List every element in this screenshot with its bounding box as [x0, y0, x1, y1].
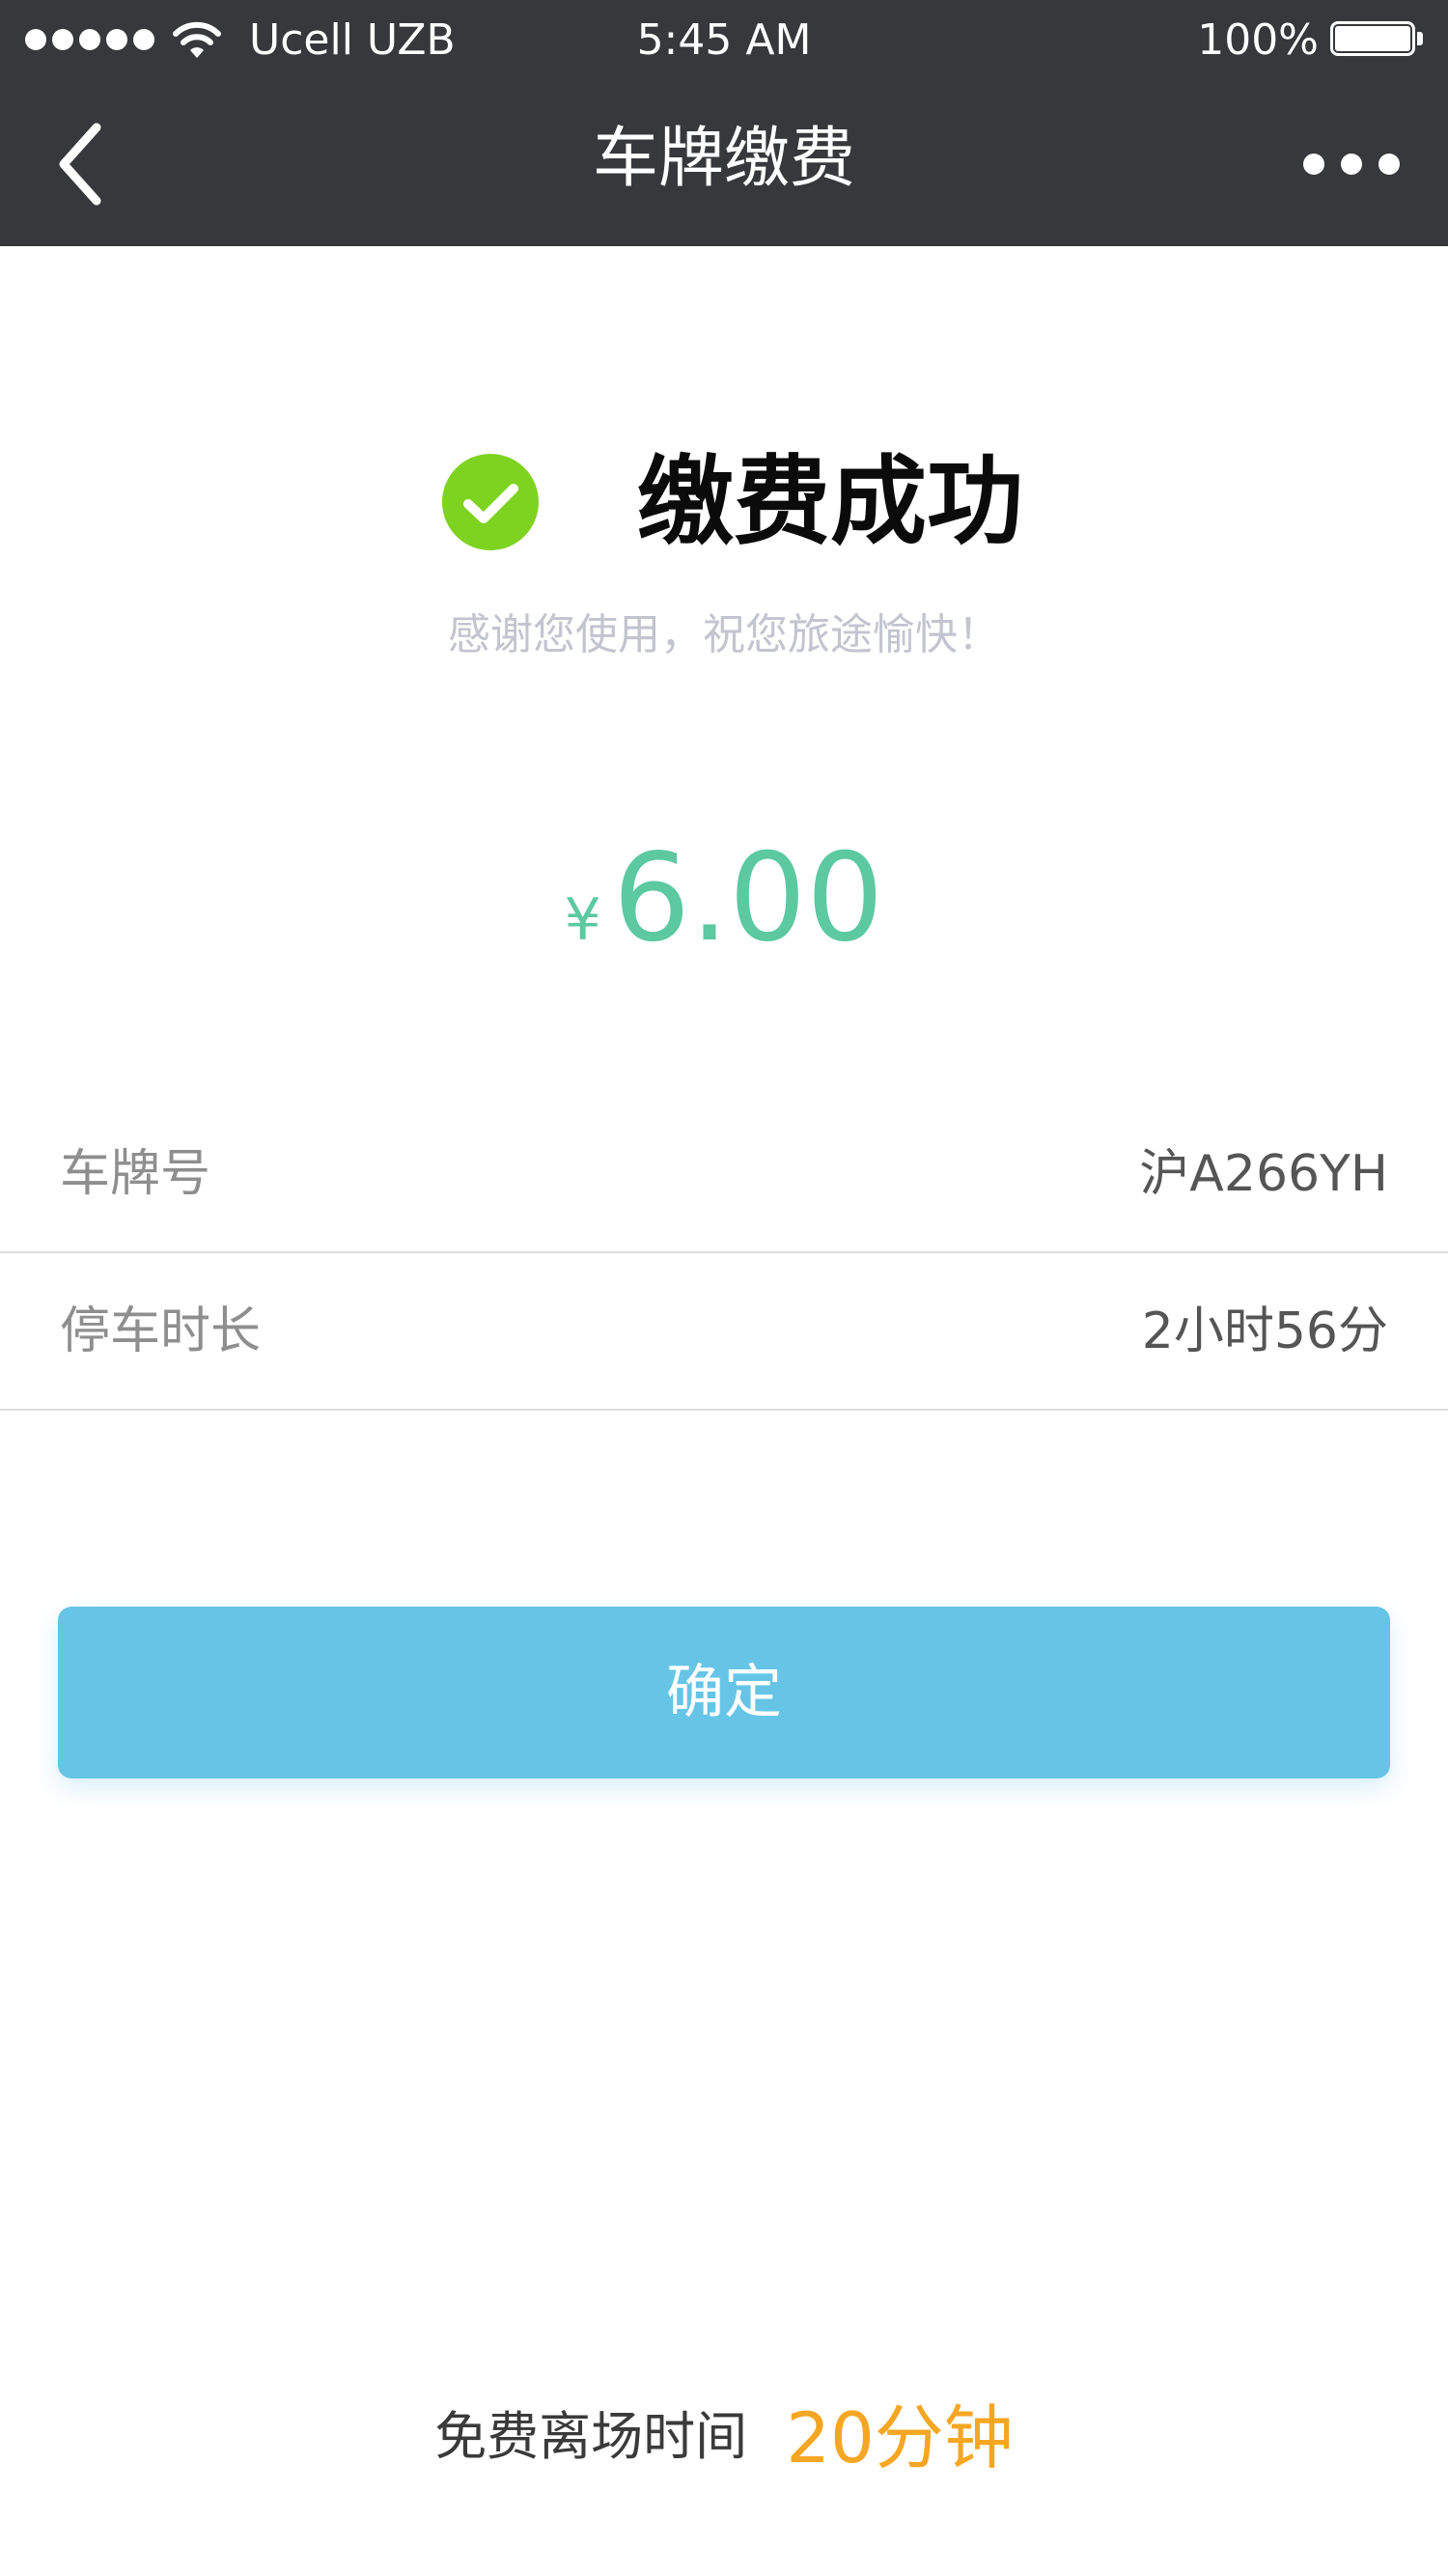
payment-amount: ¥6.00 [0, 826, 1448, 970]
detail-row-plate: 车牌号 沪A266YH [0, 1096, 1448, 1253]
detail-row-duration: 停车时长 2小时56分 [0, 1253, 1448, 1411]
nav-bar: 车牌缴费 [0, 82, 1448, 246]
currency-symbol: ¥ [564, 886, 601, 954]
free-exit-time: 免费离场时间 20分钟 [0, 2381, 1448, 2482]
chevron-left-icon [59, 123, 101, 206]
success-subtitle: 感谢您使用，祝您旅途愉快！ [448, 610, 1000, 659]
confirm-button[interactable]: 确定 [58, 1607, 1390, 1778]
detail-label: 停车时长 [60, 1302, 262, 1360]
more-horizontal-icon [1303, 154, 1324, 175]
check-circle-icon [442, 454, 539, 550]
detail-value: 沪A266YH [1139, 1145, 1388, 1203]
free-exit-value: 20分钟 [786, 2397, 1014, 2478]
page-title: 车牌缴费 [592, 121, 855, 197]
detail-label: 车牌号 [60, 1145, 211, 1203]
more-button[interactable] [1303, 130, 1400, 198]
amount-value: 6.00 [612, 826, 884, 968]
detail-value: 2小时56分 [1141, 1302, 1388, 1360]
battery-percentage: 100% [1197, 15, 1319, 65]
battery-icon [1330, 21, 1427, 60]
status-bar: Ucell UZB 5:45 AM 100% [0, 0, 1448, 82]
success-title: 缴费成功 [637, 445, 1023, 558]
success-header: 缴费成功 [0, 444, 1448, 560]
back-button[interactable] [48, 116, 125, 212]
free-exit-label: 免费离场时间 [434, 2406, 748, 2467]
